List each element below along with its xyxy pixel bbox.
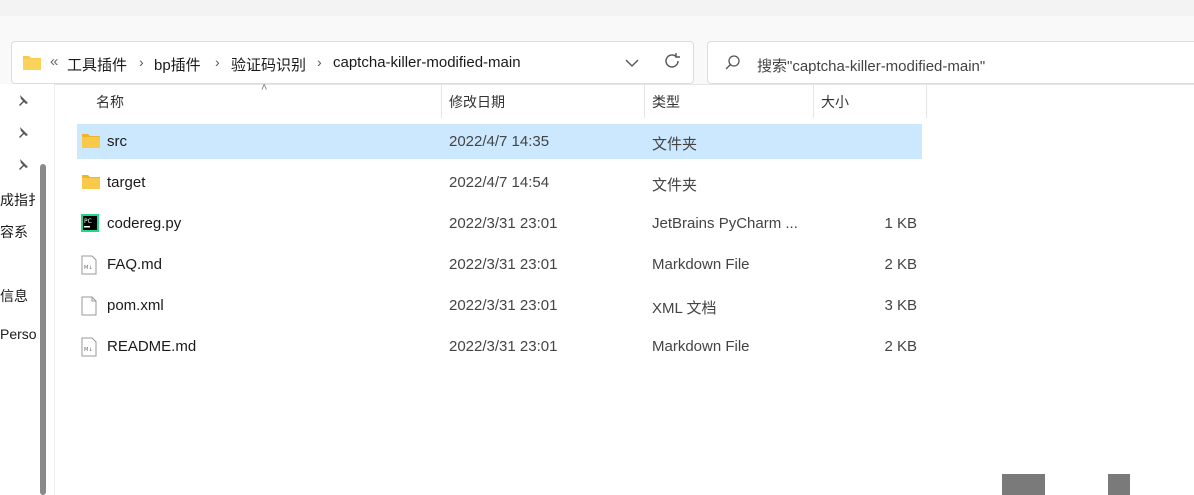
breadcrumb-separator[interactable]: › <box>317 54 322 70</box>
refresh-icon[interactable] <box>661 50 685 74</box>
file-name: target <box>107 174 146 191</box>
column-divider[interactable] <box>441 84 442 118</box>
column-header-name[interactable]: 名称 <box>96 92 124 112</box>
search-input[interactable]: 搜索"captcha-killer-modified-main" <box>707 41 1194 84</box>
file-date: 2022/3/31 23:01 <box>449 215 558 232</box>
file-size: 3 KB <box>884 297 917 314</box>
breadcrumb-separator[interactable]: › <box>215 54 220 70</box>
file-name: pom.xml <box>107 297 164 314</box>
markdown-file-icon: M↓ <box>81 337 101 357</box>
file-type: 文件夹 <box>652 177 698 194</box>
pycharm-file-icon: PC <box>81 214 101 232</box>
chevron-down-icon[interactable] <box>620 52 644 74</box>
file-name: README.md <box>107 338 197 355</box>
file-row[interactable]: target 2022/4/7 14:54 文件夹 <box>77 165 922 200</box>
file-size: 2 KB <box>884 338 917 355</box>
column-divider[interactable] <box>644 84 645 118</box>
file-name: FAQ.md <box>107 256 163 273</box>
svg-text:PC: PC <box>84 218 92 225</box>
nav-scrollbar[interactable] <box>40 164 46 495</box>
overlay-block <box>1002 474 1045 495</box>
folder-icon <box>22 54 42 76</box>
file-row[interactable]: src 2022/4/7 14:35 文件夹 <box>77 124 922 159</box>
markdown-file-icon: M↓ <box>81 255 101 275</box>
file-name: codereg.py <box>107 215 182 232</box>
file-date: 2022/3/31 23:01 <box>449 297 558 314</box>
search-placeholder: 搜索"captcha-killer-modified-main" <box>757 58 986 75</box>
file-type: Markdown File <box>652 338 750 355</box>
file-date: 2022/4/7 14:54 <box>449 174 550 191</box>
pin-icon[interactable] <box>15 94 29 113</box>
file-row[interactable]: M↓ README.md 2022/3/31 23:01 Markdown Fi… <box>77 329 922 364</box>
document-file-icon <box>81 296 101 316</box>
file-date: 2022/4/7 14:35 <box>449 133 550 150</box>
column-header-type[interactable]: 类型 <box>652 92 680 112</box>
breadcrumb-item[interactable]: 验证码识别 <box>231 54 306 75</box>
title-strip <box>0 0 1194 16</box>
navigation-pane: 成指扌 容系 信息 Perso <box>0 84 55 495</box>
folder-icon <box>81 173 101 191</box>
nav-item[interactable]: 信息 <box>0 286 28 306</box>
pin-icon[interactable] <box>15 126 29 145</box>
folder-icon <box>81 132 101 150</box>
breadcrumb-item[interactable]: 工具插件 <box>67 54 127 75</box>
file-row[interactable]: PC codereg.py 2022/3/31 23:01 JetBrains … <box>77 206 922 241</box>
column-divider[interactable] <box>926 84 927 118</box>
file-date: 2022/3/31 23:01 <box>449 338 558 355</box>
file-size: 1 KB <box>884 215 917 232</box>
file-type: XML 文档 <box>652 300 717 317</box>
column-header-size[interactable]: 大小 <box>821 92 849 112</box>
file-size: 2 KB <box>884 256 917 273</box>
file-type: Markdown File <box>652 256 750 273</box>
column-header-date[interactable]: 修改日期 <box>449 92 505 112</box>
sort-up-icon: ˄ <box>261 82 268 94</box>
pin-icon[interactable] <box>15 158 29 177</box>
breadcrumb-item-current[interactable]: captcha-killer-modified-main <box>333 54 521 71</box>
breadcrumb-separator[interactable]: › <box>139 54 144 70</box>
overflow-chevron[interactable]: « <box>50 53 58 70</box>
file-date: 2022/3/31 23:01 <box>449 256 558 273</box>
file-row[interactable]: pom.xml 2022/3/31 23:01 XML 文档 3 KB <box>77 288 922 323</box>
search-icon <box>724 54 742 77</box>
nav-item[interactable]: Perso <box>0 326 37 342</box>
svg-text:M↓: M↓ <box>84 347 93 353</box>
column-divider[interactable] <box>813 84 814 118</box>
file-name: src <box>107 133 127 150</box>
svg-text:M↓: M↓ <box>84 265 93 271</box>
nav-item[interactable]: 容系 <box>0 222 28 242</box>
nav-item[interactable]: 成指扌 <box>0 190 42 210</box>
address-bar[interactable]: « 工具插件 › bp插件 › 验证码识别 › captcha-killer-m… <box>11 41 694 84</box>
file-type: JetBrains PyCharm ... <box>652 215 798 232</box>
file-type: 文件夹 <box>652 136 698 153</box>
overlay-block <box>1108 474 1130 495</box>
toolbar: « 工具插件 › bp插件 › 验证码识别 › captcha-killer-m… <box>0 16 1194 85</box>
column-header-row: ˄ 名称 修改日期 类型 大小 <box>54 82 1194 118</box>
breadcrumb-item[interactable]: bp插件 <box>154 54 201 75</box>
file-row[interactable]: M↓ FAQ.md 2022/3/31 23:01 Markdown File … <box>77 247 922 282</box>
